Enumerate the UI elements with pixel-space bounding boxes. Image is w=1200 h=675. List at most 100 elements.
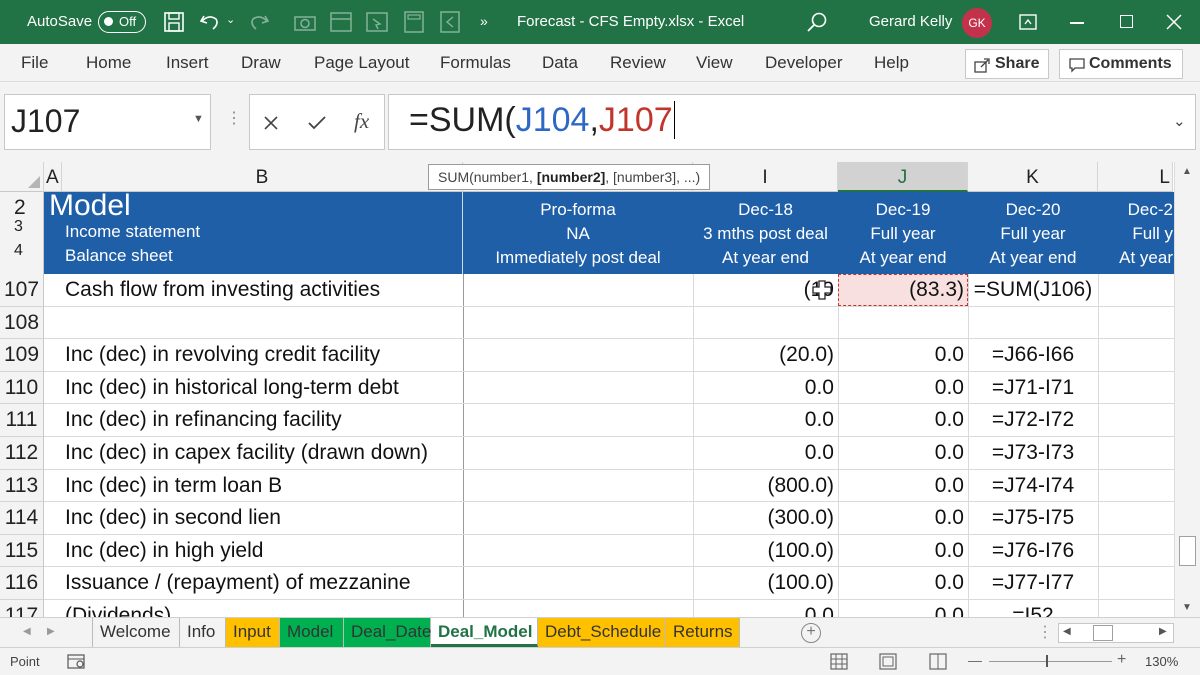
tab-formulas[interactable]: Formulas — [440, 53, 511, 73]
redo-icon[interactable] — [248, 12, 270, 32]
cell-dec19[interactable]: 0.0 — [838, 502, 964, 534]
cell-dec18[interactable]: (20.0) — [693, 339, 834, 371]
formula-input[interactable]: =SUM(J104,J107 ⌄ — [388, 94, 1196, 150]
calculator-icon[interactable] — [404, 11, 424, 33]
share-button[interactable]: Share — [965, 49, 1049, 79]
row-label[interactable]: Inc (dec) in revolving credit facility — [65, 339, 463, 371]
vertical-scroll-thumb[interactable] — [1179, 536, 1196, 566]
maximize-icon[interactable] — [1120, 15, 1133, 28]
sheet-tab[interactable]: Info — [180, 618, 226, 647]
horizontal-scroll-thumb[interactable] — [1093, 625, 1113, 641]
cell-dec18[interactable] — [693, 307, 834, 339]
row-label[interactable]: Cash flow from investing activities — [65, 274, 463, 306]
undo-dropdown-icon[interactable]: ⌄ — [226, 13, 235, 26]
row-number[interactable]: 114 — [0, 502, 44, 535]
row-number[interactable]: 110 — [0, 371, 44, 405]
hscroll-left-icon[interactable]: ◀ — [1063, 626, 1071, 637]
cell-dec20[interactable]: =J77-I77 — [968, 567, 1098, 599]
cell-dec18[interactable]: (800.0) — [693, 470, 834, 502]
column-header-i[interactable]: I — [693, 162, 838, 192]
cell-dec19[interactable]: 0.0 — [838, 437, 964, 469]
cell-dec19[interactable]: (83.3) — [838, 274, 964, 306]
cell-dec18[interactable]: 0.0 — [693, 437, 834, 469]
row-number-4[interactable]: 4 — [14, 242, 23, 260]
row-label[interactable]: Inc (dec) in high yield — [65, 535, 463, 567]
tab-draw[interactable]: Draw — [241, 53, 281, 73]
name-box[interactable]: J107 ▼ — [4, 94, 211, 150]
cell-dec18[interactable]: 0.0 — [693, 600, 834, 617]
sheet-tab[interactable]: Debt_Schedule — [538, 618, 666, 647]
function-tooltip[interactable]: SUM(number1, [number2], [number3], ...) — [428, 164, 711, 190]
tab-home[interactable]: Home — [86, 53, 131, 73]
cell-dec20[interactable]: =SUM(J106) — [968, 274, 1098, 306]
cell-dec19[interactable]: 0.0 — [838, 404, 964, 436]
row-number[interactable]: 113 — [0, 469, 44, 503]
sheet-tab[interactable]: Deal_Model — [431, 618, 538, 647]
select-all-corner[interactable] — [0, 162, 44, 192]
row-number-3[interactable]: 3 — [14, 218, 23, 236]
page-layout-view-icon[interactable] — [879, 653, 897, 670]
cell-dec18[interactable]: 0.0 — [693, 404, 834, 436]
row-number[interactable]: 109 — [0, 339, 44, 372]
cell-dec18[interactable]: 0.0 — [693, 372, 834, 404]
tab-help[interactable]: Help — [874, 53, 909, 73]
camera-icon[interactable] — [294, 13, 316, 31]
tab-view[interactable]: View — [696, 53, 733, 73]
search-icon[interactable] — [806, 11, 828, 33]
cell-dec20[interactable]: =J73-I73 — [968, 437, 1098, 469]
normal-view-icon[interactable] — [830, 653, 848, 670]
sheet-tab[interactable]: Model — [280, 618, 344, 647]
name-box-dropdown-icon[interactable]: ▼ — [193, 113, 204, 125]
cancel-icon[interactable] — [264, 116, 278, 130]
cell-dec18[interactable]: (100.0) — [693, 535, 834, 567]
column-header-b[interactable]: B — [62, 162, 463, 192]
tab-page-layout[interactable]: Page Layout — [314, 53, 409, 73]
tab-scroll-left-icon[interactable]: ◀ — [23, 626, 31, 637]
sheet-nav-icon[interactable] — [440, 11, 460, 33]
row-label[interactable]: (Dividends) — [65, 600, 463, 617]
cell-dec20[interactable] — [968, 307, 1098, 339]
cell-dec20[interactable]: =J66-I66 — [968, 339, 1098, 371]
tab-scroll-right-icon[interactable]: ▶ — [47, 626, 55, 637]
column-header-a[interactable]: A — [44, 162, 62, 192]
more-commands-icon[interactable]: » — [480, 13, 488, 29]
macro-record-icon[interactable] — [67, 654, 87, 670]
page-break-view-icon[interactable] — [929, 653, 947, 670]
cell-dec18[interactable]: (100.0) — [693, 567, 834, 599]
hscroll-right-icon[interactable]: ▶ — [1159, 626, 1167, 637]
row-label[interactable]: Inc (dec) in capex facility (drawn down) — [65, 437, 463, 469]
row-label[interactable]: Issuance / (repayment) of mezzanine — [65, 567, 463, 599]
row-label[interactable]: Inc (dec) in refinancing facility — [65, 404, 463, 436]
sheet-tab[interactable]: Welcome — [92, 618, 180, 647]
cell-dec19[interactable]: 0.0 — [838, 600, 964, 617]
sheet-tab[interactable]: Returns — [666, 618, 740, 647]
insert-function-icon[interactable]: fx — [354, 109, 369, 134]
tab-file[interactable]: File — [21, 53, 48, 73]
vertical-scrollbar[interactable]: ▲ ▼ — [1174, 162, 1200, 617]
undo-icon[interactable] — [199, 12, 221, 32]
cell-dec19[interactable]: 0.0 — [838, 567, 964, 599]
row-number[interactable]: 112 — [0, 437, 44, 470]
insert-icon[interactable] — [366, 12, 388, 32]
add-sheet-icon[interactable]: + — [801, 623, 821, 643]
split-grip-icon[interactable]: ⋮ — [1037, 622, 1053, 642]
cell-dec19[interactable]: 0.0 — [838, 470, 964, 502]
row-number[interactable]: 116 — [0, 567, 44, 600]
cell-dec20[interactable]: =J74-I74 — [968, 470, 1098, 502]
zoom-out-icon[interactable]: — — [968, 652, 982, 668]
comments-button[interactable]: Comments — [1059, 49, 1183, 79]
avatar[interactable]: GK — [962, 8, 992, 38]
tab-insert[interactable]: Insert — [166, 53, 209, 73]
row-number[interactable]: 115 — [0, 534, 44, 568]
cell-dec20[interactable]: =J76-I76 — [968, 535, 1098, 567]
cell-dec19[interactable] — [838, 307, 964, 339]
save-icon[interactable] — [164, 12, 184, 32]
cell-dec19[interactable]: 0.0 — [838, 339, 964, 371]
form-icon[interactable] — [330, 12, 352, 32]
row-label[interactable]: Inc (dec) in historical long-term debt — [65, 372, 463, 404]
column-header-j[interactable]: J — [838, 162, 968, 192]
zoom-in-icon[interactable]: + — [1117, 651, 1126, 669]
sheet-tab[interactable]: Deal_Date — [344, 618, 431, 647]
row-number[interactable]: 108 — [0, 306, 44, 340]
scroll-down-icon[interactable]: ▼ — [1182, 602, 1192, 613]
